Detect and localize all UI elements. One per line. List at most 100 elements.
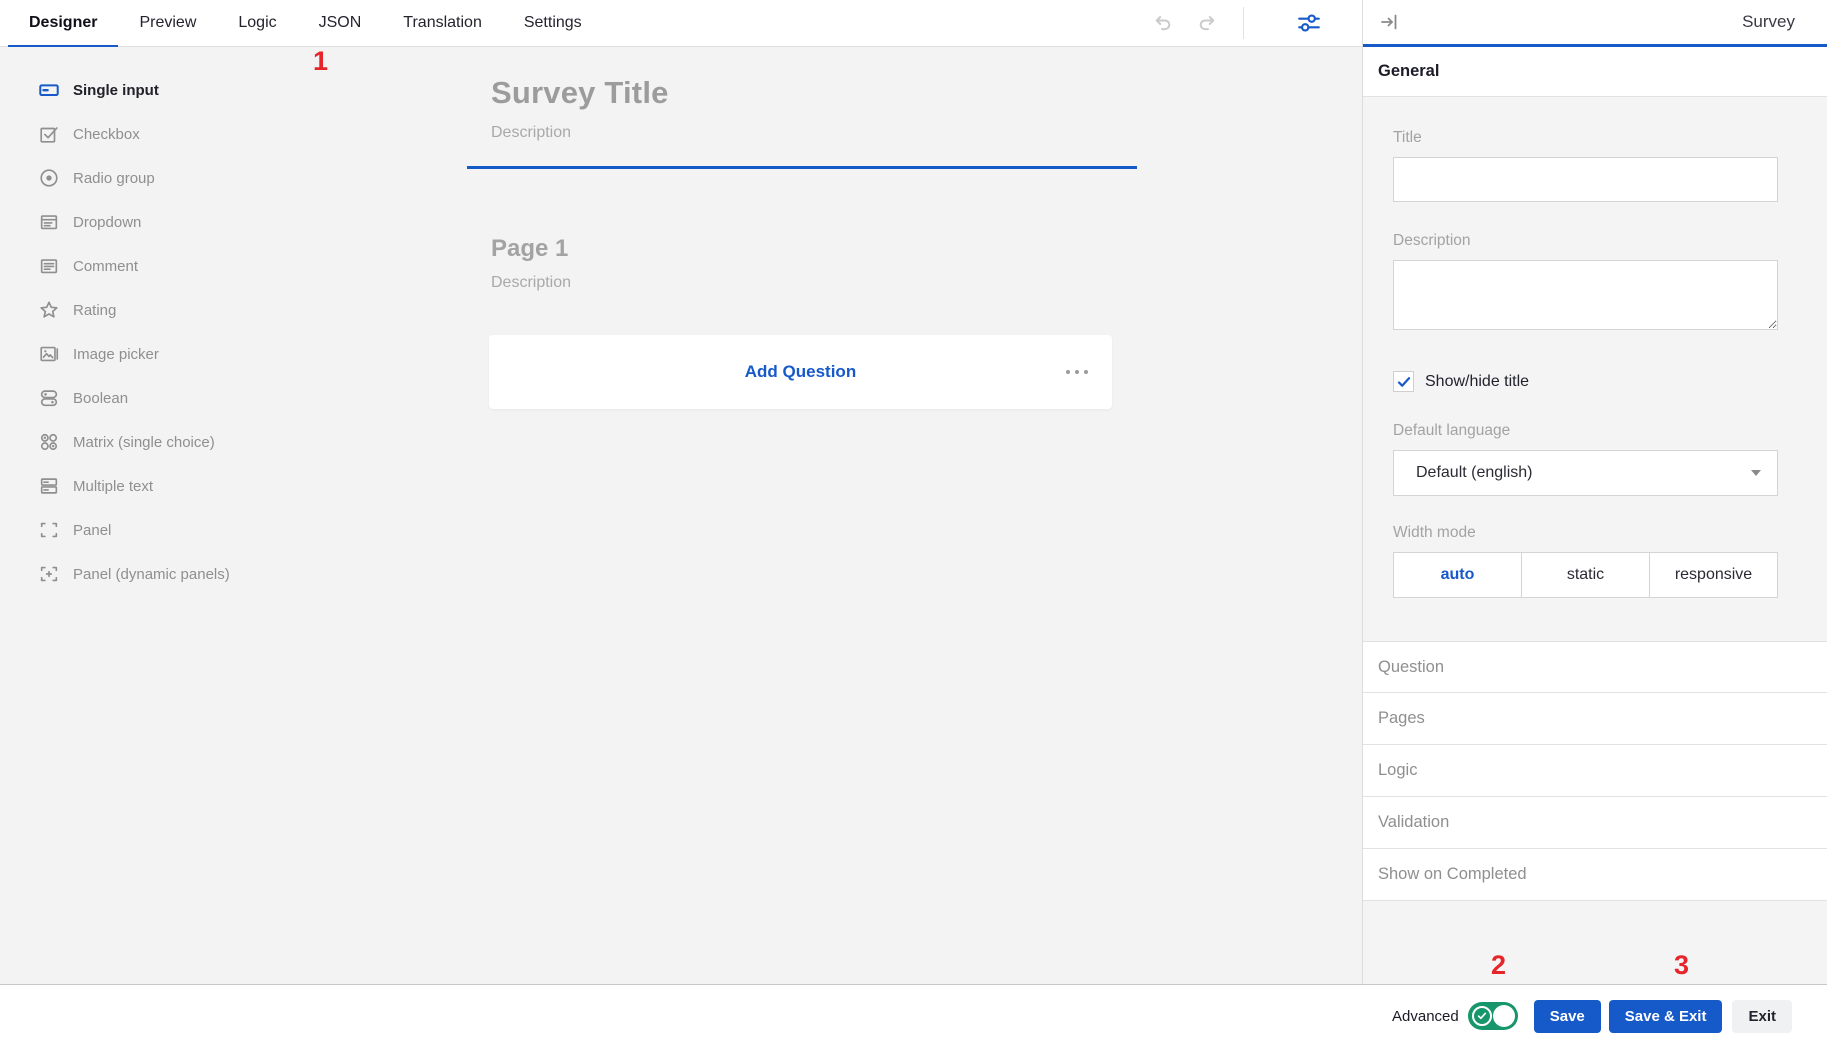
section-validation[interactable]: Validation [1363,797,1827,849]
rating-star-icon [38,299,60,321]
general-section-body: Title Description Show/hide title Defaul… [1363,97,1827,598]
tab-translation[interactable]: Translation [382,0,503,46]
page-description[interactable]: Description [491,274,571,292]
dropdown-icon [38,211,60,233]
collapsed-sections: Question Pages Logic Validation Show on … [1363,641,1827,901]
toggle-check-icon [1472,1006,1492,1026]
toolbox-item-image-picker[interactable]: Image picker [0,332,260,376]
toggle-knob [1493,1005,1515,1027]
tab-designer[interactable]: Designer [8,0,118,46]
page-title[interactable]: Page 1 [491,235,571,263]
matrix-icon [38,431,60,453]
toolbox: Single input Checkbox Radio group [0,68,260,596]
footer-bar: Advanced Save Save & Exit Exit [0,984,1827,1047]
toolbox-item-label: Comment [73,258,138,275]
width-mode-label: Width mode [1393,524,1777,542]
tab-settings[interactable]: Settings [503,0,603,46]
redo-icon[interactable] [1195,10,1221,36]
topbar-actions [1149,0,1362,46]
collapse-panel-icon[interactable] [1377,9,1403,35]
design-canvas: Single input Checkbox Radio group [0,47,1362,984]
toolbox-item-boolean[interactable]: Boolean [0,376,260,420]
width-mode-static[interactable]: static [1522,552,1650,598]
width-mode-auto[interactable]: auto [1393,552,1522,598]
add-question-button[interactable]: Add Question [745,362,856,382]
toolbox-item-comment[interactable]: Comment [0,244,260,288]
toolbox-item-label: Rating [73,302,116,319]
title-field-label: Title [1393,129,1777,147]
annotation-2: 2 [1491,952,1506,979]
width-mode-segmented: auto static responsive [1393,552,1778,598]
multiple-text-icon [38,475,60,497]
section-pages[interactable]: Pages [1363,693,1827,745]
property-panel: Survey General Title Description Show/hi… [1362,0,1827,984]
ellipsis-menu-icon[interactable] [1064,364,1090,380]
survey-title-input[interactable] [1393,157,1778,202]
survey-description[interactable]: Description [491,124,1137,142]
show-hide-title-row[interactable]: Show/hide title [1393,371,1777,392]
toolbox-item-matrix-single-choice[interactable]: Matrix (single choice) [0,420,260,464]
panel-dynamic-icon [38,563,60,585]
toolbox-item-label: Dropdown [73,214,141,231]
toolbox-item-label: Panel (dynamic panels) [73,566,230,583]
undo-icon[interactable] [1149,10,1175,36]
image-picker-icon [38,343,60,365]
toolbox-item-dropdown[interactable]: Dropdown [0,200,260,244]
toolbox-item-label: Checkbox [73,126,140,143]
toolbox-item-panel[interactable]: Panel [0,508,260,552]
toolbox-item-panel-dynamic[interactable]: Panel (dynamic panels) [0,552,260,596]
toolbox-item-label: Matrix (single choice) [73,434,215,451]
default-language-label: Default language [1393,422,1777,440]
toolbox-item-multiple-text[interactable]: Multiple text [0,464,260,508]
property-panel-header: Survey [1363,0,1827,47]
section-question[interactable]: Question [1363,641,1827,693]
section-logic[interactable]: Logic [1363,745,1827,797]
save-button[interactable]: Save [1534,1000,1601,1033]
radio-group-icon [38,167,60,189]
section-show-on-completed[interactable]: Show on Completed [1363,849,1827,901]
tab-preview[interactable]: Preview [118,0,217,46]
toolbox-item-label: Radio group [73,170,155,187]
panel-tab-survey[interactable]: Survey [1742,12,1795,32]
survey-creator-app: Designer Preview Logic JSON Translation … [0,0,1827,1047]
toolbox-item-single-input[interactable]: Single input [0,68,260,112]
survey-description-textarea[interactable] [1393,260,1778,330]
toolbox-item-label: Panel [73,522,111,539]
annotation-3: 3 [1674,952,1689,979]
show-hide-title-checkbox[interactable] [1393,371,1414,392]
view-tabs: Designer Preview Logic JSON Translation … [0,0,603,46]
topbar-divider [1243,7,1244,39]
description-field-label: Description [1393,232,1777,250]
top-tab-bar: Designer Preview Logic JSON Translation … [0,0,1362,47]
toolbox-item-label: Multiple text [73,478,153,495]
width-mode-responsive[interactable]: responsive [1650,552,1778,598]
annotation-1: 1 [313,48,328,75]
save-and-exit-button[interactable]: Save & Exit [1609,1000,1723,1033]
empty-page-card: Add Question [489,335,1112,409]
survey-title[interactable]: Survey Title [491,75,1137,111]
survey-header-block[interactable]: Survey Title Description [467,75,1137,169]
exit-button[interactable]: Exit [1732,1000,1792,1033]
toolbox-item-label: Image picker [73,346,159,363]
creator-settings-sliders-icon[interactable] [1296,10,1322,36]
advanced-toggle[interactable] [1468,1002,1518,1030]
tab-json[interactable]: JSON [298,0,383,46]
toolbox-item-label: Single input [73,82,159,99]
section-general[interactable]: General [1363,47,1827,97]
chevron-down-icon [1751,470,1761,476]
boolean-toggle-icon [38,387,60,409]
single-input-icon [38,79,60,101]
toolbox-item-label: Boolean [73,390,128,407]
comment-icon [38,255,60,277]
default-language-select[interactable]: Default (english) [1393,450,1778,496]
page-header-block[interactable]: Page 1 Description [467,235,571,292]
show-hide-title-label: Show/hide title [1425,373,1529,391]
toolbox-item-checkbox[interactable]: Checkbox [0,112,260,156]
checkbox-icon [38,123,60,145]
default-language-value: Default (english) [1416,464,1533,482]
toolbox-item-radio-group[interactable]: Radio group [0,156,260,200]
panel-icon [38,519,60,541]
advanced-label: Advanced [1392,1008,1459,1025]
toolbox-item-rating[interactable]: Rating [0,288,260,332]
tab-logic[interactable]: Logic [217,0,297,46]
